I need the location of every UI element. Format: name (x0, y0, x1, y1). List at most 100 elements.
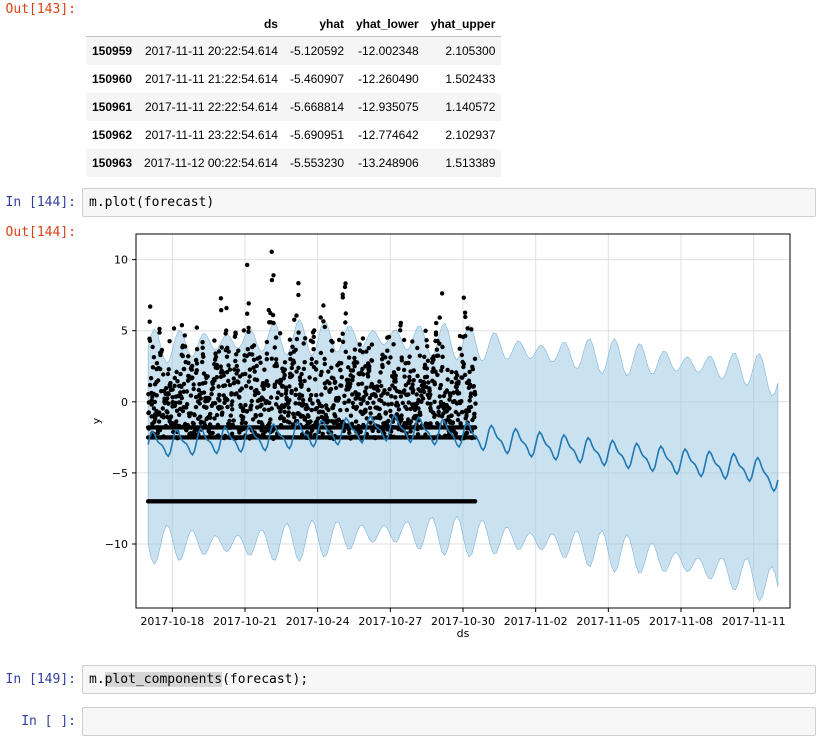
table-row: 150961 2017-11-11 22:22:54.614 -5.668814 -1… (86, 93, 502, 121)
data-point (249, 398, 254, 404)
data-point (192, 412, 197, 417)
table-cell: 2017-11-11 21:22:54.614 (144, 72, 278, 86)
data-point (260, 422, 265, 427)
data-point (222, 435, 227, 441)
table-cell: -5.120592 (289, 44, 344, 58)
data-point (236, 380, 241, 385)
data-point (318, 350, 324, 356)
data-point (147, 319, 152, 324)
code-cell-input[interactable]: m.plot_components(forecast); (82, 665, 816, 694)
data-point (415, 345, 420, 351)
data-point (348, 413, 354, 418)
data-point (161, 434, 167, 440)
data-point (432, 414, 437, 419)
data-point (350, 400, 355, 406)
data-point (438, 382, 444, 388)
data-point (244, 384, 249, 389)
data-point (164, 409, 169, 414)
data-point (370, 427, 375, 432)
data-point (163, 386, 169, 391)
data-point (453, 431, 459, 436)
data-point (364, 392, 369, 397)
data-point (340, 292, 345, 297)
data-point (398, 328, 403, 333)
data-point (250, 352, 255, 357)
data-point (184, 389, 190, 394)
data-point (340, 339, 346, 344)
data-point (208, 415, 213, 420)
data-point (425, 344, 430, 349)
data-point (356, 392, 361, 397)
data-point (415, 432, 421, 437)
code-cell-input[interactable] (82, 707, 816, 736)
data-point (292, 415, 297, 420)
data-point (387, 387, 392, 392)
data-point (348, 381, 353, 387)
data-point (449, 369, 454, 375)
data-point (342, 400, 347, 405)
data-point (367, 405, 373, 411)
data-point (198, 396, 203, 401)
data-point (468, 404, 474, 410)
output-prompt: Out[144]: (5, 225, 76, 240)
data-point (291, 360, 297, 365)
data-point (218, 296, 224, 301)
data-point (307, 396, 313, 402)
data-point (202, 423, 208, 428)
data-point (361, 372, 366, 377)
data-point (358, 429, 363, 434)
data-point (328, 386, 334, 392)
data-point (200, 345, 205, 350)
data-point (165, 396, 170, 401)
table-cell: -13.248906 (357, 156, 419, 170)
data-point (299, 382, 304, 387)
data-point (287, 337, 293, 342)
x-tick-label: 2017-11-08 (649, 615, 713, 628)
data-point (432, 382, 437, 387)
x-axis: 2017-10-18 2017-10-21 2017-10-24 2017-10-27… (140, 608, 786, 628)
data-point (346, 398, 352, 403)
data-point (200, 359, 205, 365)
data-point (224, 354, 230, 359)
data-point (246, 379, 251, 384)
data-point (287, 398, 292, 403)
data-point (309, 356, 314, 362)
data-point (437, 394, 442, 399)
data-point (252, 369, 257, 374)
data-point (350, 368, 356, 373)
code-text: (forecast); (222, 672, 309, 687)
data-point (408, 429, 413, 434)
data-point (410, 339, 415, 344)
data-point (194, 368, 199, 373)
data-point (264, 339, 270, 345)
data-point (191, 382, 196, 387)
data-point (337, 337, 342, 343)
data-point (294, 336, 300, 342)
data-point (339, 375, 344, 380)
data-point (425, 358, 431, 363)
data-point (286, 410, 291, 415)
data-point (342, 393, 347, 398)
data-point (402, 374, 407, 379)
data-point (395, 403, 401, 408)
data-point (342, 284, 348, 290)
data-point (184, 405, 189, 410)
data-point (445, 377, 450, 382)
data-point (296, 365, 301, 370)
code-cell-input[interactable]: m.plot(forecast) (82, 188, 816, 217)
data-point (440, 354, 445, 359)
data-point (194, 361, 200, 366)
data-point (203, 380, 208, 385)
data-point (282, 367, 287, 372)
data-point (456, 379, 461, 384)
data-point (234, 363, 239, 369)
data-point (377, 406, 382, 412)
data-point (318, 315, 323, 320)
data-point (267, 400, 272, 406)
data-point (271, 320, 276, 326)
data-point (417, 410, 423, 415)
data-point (219, 405, 224, 410)
data-point (273, 335, 279, 340)
data-point (229, 431, 235, 436)
data-point (373, 435, 378, 441)
